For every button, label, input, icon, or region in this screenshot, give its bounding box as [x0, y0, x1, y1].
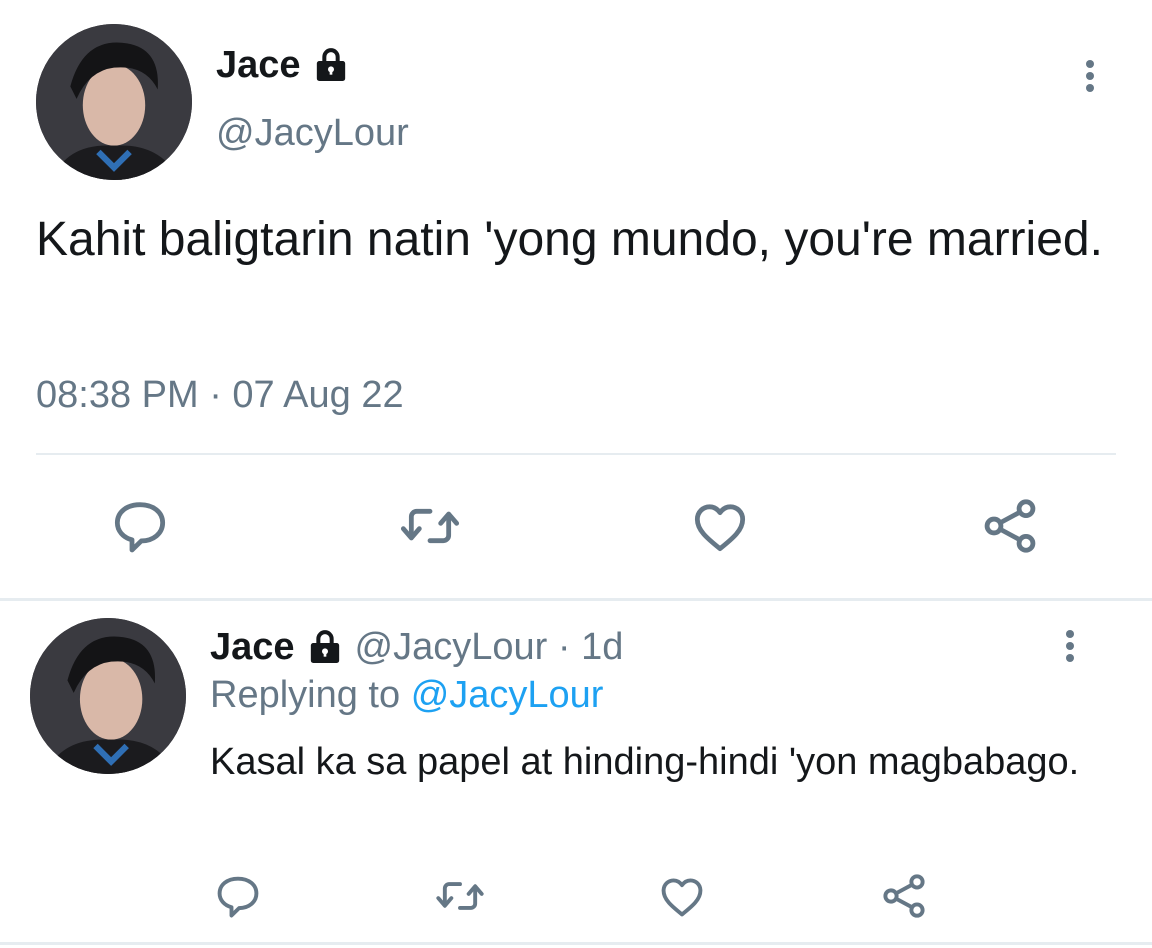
replying-to-label: Replying to [210, 674, 401, 716]
main-tweet-handle[interactable]: @JacyLour [216, 112, 409, 155]
main-tweet-avatar[interactable] [36, 24, 192, 180]
reply-icon[interactable] [212, 870, 264, 922]
lock-icon [305, 628, 345, 668]
heart-icon[interactable] [656, 870, 708, 922]
reply-tweet-meta[interactable]: @JacyLour · 1d [355, 626, 624, 669]
reply-tweet-avatar[interactable] [30, 618, 186, 774]
heart-icon[interactable] [688, 494, 752, 558]
reply-tweet-header: Jace @JacyLour · 1d [210, 626, 623, 669]
replying-to-handle-link[interactable]: @JacyLour [411, 674, 604, 716]
reply-tweet-author-name[interactable]: Jace [210, 626, 295, 669]
more-vertical-icon[interactable] [1052, 626, 1088, 666]
reply-icon[interactable] [108, 494, 172, 558]
retweet-icon[interactable] [398, 494, 462, 558]
bottom-divider [0, 942, 1152, 945]
retweet-icon[interactable] [434, 870, 486, 922]
more-vertical-icon[interactable] [1072, 56, 1108, 96]
main-tweet-text: Kahit baligtarin natin 'yong mundo, you'… [36, 213, 1103, 266]
share-icon[interactable] [978, 494, 1042, 558]
lock-icon [311, 46, 351, 86]
reply-tweet-text: Kasal ka sa papel at hinding-hindi 'yon … [210, 741, 1080, 783]
main-tweet-author[interactable]: Jace [216, 44, 351, 87]
section-divider [0, 598, 1152, 601]
replying-to: Replying to @JacyLour [210, 674, 603, 717]
divider [36, 453, 1116, 455]
share-icon[interactable] [878, 870, 930, 922]
main-tweet-timestamp[interactable]: 08:38 PM · 07 Aug 22 [36, 374, 404, 417]
main-tweet-author-name[interactable]: Jace [216, 44, 301, 87]
